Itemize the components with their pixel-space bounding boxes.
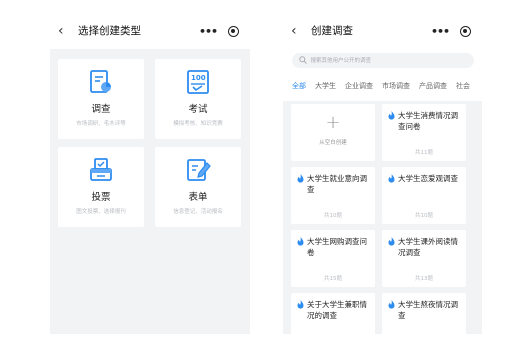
type-card-survey[interactable]: 调查 市场调研、毛木评等 [58, 59, 144, 139]
type-desc: 图文投票、选择报刊 [76, 209, 126, 215]
type-card-exam[interactable]: 100 考试 模拟考核、知识竞赛 [155, 59, 241, 139]
search-placeholder: 搜索其他用户公开的调查 [310, 58, 372, 64]
search-input[interactable]: 搜索其他用户公开的调查 [291, 52, 474, 68]
category-tabs: 全部 大学生 企业调查 市场调查 产品调查 社会 [283, 71, 482, 101]
question-count: 共11题 [415, 150, 433, 156]
vote-icon [90, 158, 112, 181]
fire-icon [388, 300, 395, 309]
form-icon [187, 159, 211, 181]
more-icon[interactable]: ••• [431, 26, 450, 37]
tab-product[interactable]: 产品调查 [419, 81, 447, 91]
target-icon[interactable] [460, 25, 471, 37]
fire-icon [297, 300, 304, 309]
question-count: 共13题 [415, 276, 433, 282]
create-blank-card[interactable]: + 从空白创建 [291, 104, 375, 161]
search-bar: 搜索其他用户公开的调查 [283, 49, 482, 71]
target-icon[interactable] [228, 25, 239, 37]
fire-icon [388, 174, 395, 183]
template-name: 大学生课外阅读情况调查 [398, 237, 458, 257]
template-card[interactable]: 大学生课外阅读情况调查 共13题 [382, 230, 466, 287]
template-card[interactable]: 大学生熬夜情况调查 [382, 293, 466, 334]
mini-program-capsule: ••• [196, 23, 242, 39]
type-label: 调查 [91, 104, 111, 115]
tab-college[interactable]: 大学生 [315, 81, 336, 91]
type-grid: 调查 市场调研、毛木评等 100 考试 模拟考核、知识竞赛 投票 图文投票、选择… [58, 59, 242, 227]
template-card[interactable]: 大学生网购调查问卷 共15题 [291, 230, 375, 287]
tab-social[interactable]: 社会 [456, 81, 470, 91]
plus-icon: + [325, 112, 341, 133]
exam-icon: 100 [187, 70, 209, 94]
template-name: 大学生网购调查问卷 [307, 237, 367, 257]
survey-icon [90, 70, 111, 93]
type-label: 投票 [91, 192, 111, 203]
question-count: 共15题 [324, 276, 342, 282]
mini-program-capsule: ••• [428, 23, 474, 39]
chevron-left-icon[interactable]: ‹ [291, 24, 305, 38]
type-desc: 信息登记、活动报名 [173, 209, 223, 215]
page-title: 选择创建类型 [78, 25, 141, 37]
fire-icon [388, 111, 395, 120]
type-desc: 模拟考核、知识竞赛 [173, 121, 223, 127]
template-grid: + 从空白创建 大学生消费情况调查问卷 共11题 大学生就业意向调查 共10题 [291, 104, 478, 334]
svg-text:100: 100 [191, 74, 206, 82]
template-card[interactable]: 大学生恋爱观调查 共10题 [382, 167, 466, 224]
create-survey-screen: ‹ 创建调查 ••• 搜索其他用户公开的调查 全部 大学生 企业调查 市场调查 … [283, 12, 482, 334]
tab-market[interactable]: 市场调查 [382, 81, 410, 91]
chevron-left-icon[interactable]: ‹ [58, 24, 72, 38]
template-name: 大学生消费情况调查问卷 [398, 111, 458, 131]
fire-icon [388, 237, 395, 246]
template-card[interactable]: 关于大学生兼职情况的调查 [291, 293, 375, 334]
type-label: 考试 [188, 104, 208, 115]
type-card-form[interactable]: 表单 信息登记、活动报名 [155, 147, 241, 227]
nav-bar: ‹ 创建调查 ••• [283, 12, 482, 49]
tab-all[interactable]: 全部 [292, 81, 306, 91]
template-name: 大学生熬夜情况调查 [398, 300, 458, 320]
template-card[interactable]: 大学生就业意向调查 共10题 [291, 167, 375, 224]
template-name: 大学生就业意向调查 [307, 174, 367, 194]
choose-type-screen: ‹ 选择创建类型 ••• 调查 市场调研、毛木评等 100 考试 模拟考核、知识… [50, 12, 250, 334]
nav-bar: ‹ 选择创建类型 ••• [50, 12, 250, 49]
question-count: 共10题 [324, 213, 342, 219]
create-blank-label: 从空白创建 [319, 140, 347, 146]
tab-enterprise[interactable]: 企业调查 [345, 81, 373, 91]
template-card[interactable]: 大学生消费情况调查问卷 共11题 [382, 104, 466, 161]
search-icon [298, 56, 307, 64]
fire-icon [297, 237, 304, 246]
template-name: 大学生恋爱观调查 [398, 174, 458, 183]
more-icon[interactable]: ••• [199, 26, 218, 37]
page-title: 创建调查 [311, 25, 353, 37]
screen: ‹ 选择创建类型 ••• 调查 市场调研、毛木评等 100 考试 模拟考核、知识… [0, 0, 532, 349]
type-label: 表单 [188, 192, 208, 203]
type-desc: 市场调研、毛木评等 [76, 121, 126, 127]
type-card-vote[interactable]: 投票 图文投票、选择报刊 [58, 147, 144, 227]
template-name: 关于大学生兼职情况的调查 [307, 300, 367, 320]
question-count: 共10题 [415, 213, 433, 219]
fire-icon [297, 174, 304, 183]
